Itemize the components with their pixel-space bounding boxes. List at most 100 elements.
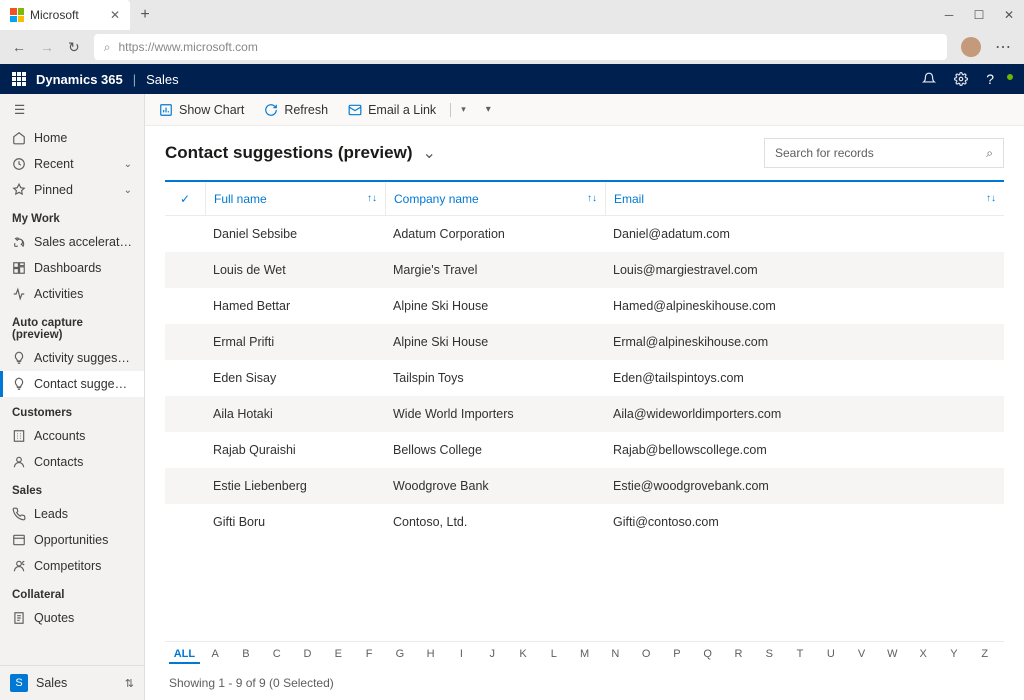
sidebar-item-quotes[interactable]: Quotes — [0, 605, 144, 631]
select-all-checkbox[interactable]: ✓ — [165, 192, 205, 206]
close-window-button[interactable]: ✕ — [994, 8, 1024, 22]
col-company[interactable]: Company name↑↓ — [385, 182, 605, 215]
sidebar-item-pinned[interactable]: Pinned⌄ — [0, 177, 144, 203]
alpha-l[interactable]: L — [538, 648, 569, 664]
sidebar-group-header: Collateral — [0, 579, 144, 605]
activity-icon — [12, 287, 26, 301]
alpha-a[interactable]: A — [200, 648, 231, 664]
cell-company: Woodgrove Bank — [385, 479, 605, 493]
refresh-button[interactable]: Refresh — [264, 103, 328, 117]
table-row[interactable]: Aila HotakiWide World ImportersAila@wide… — [165, 396, 1004, 432]
table-row[interactable]: Daniel SebsibeAdatum CorporationDaniel@a… — [165, 216, 1004, 252]
alpha-z[interactable]: Z — [969, 648, 1000, 664]
sidebar-item-competitors[interactable]: Competitors — [0, 553, 144, 579]
alpha-i[interactable]: I — [446, 648, 477, 664]
table-row[interactable]: Rajab QuraishiBellows CollegeRajab@bello… — [165, 432, 1004, 468]
alpha-m[interactable]: M — [569, 648, 600, 664]
alpha-u[interactable]: U — [815, 648, 846, 664]
alpha-j[interactable]: J — [477, 648, 508, 664]
table-row[interactable]: Gifti BoruContoso, Ltd.Gifti@contoso.com — [165, 504, 1004, 540]
alpha-s[interactable]: S — [754, 648, 785, 664]
cell-company: Alpine Ski House — [385, 299, 605, 313]
table-row[interactable]: Eden SisayTailspin ToysEden@tailspintoys… — [165, 360, 1004, 396]
sidebar-item-contacts[interactable]: Contacts — [0, 449, 144, 475]
search-placeholder: Search for records — [775, 146, 874, 160]
area-switcher[interactable]: S Sales ⇅ — [0, 665, 144, 700]
quote-icon — [12, 611, 26, 625]
tab-close-icon[interactable]: ✕ — [110, 8, 120, 22]
show-chart-button[interactable]: Show Chart — [159, 103, 244, 117]
table-row[interactable]: Ermal PriftiAlpine Ski HouseErmal@alpine… — [165, 324, 1004, 360]
alpha-p[interactable]: P — [662, 648, 693, 664]
sidebar-item-recent[interactable]: Recent⌄ — [0, 151, 144, 177]
alpha-h[interactable]: H — [415, 648, 446, 664]
more-commands-icon[interactable]: ▾ — [486, 104, 491, 115]
alpha-v[interactable]: V — [846, 648, 877, 664]
alpha-t[interactable]: T — [785, 648, 816, 664]
cell-fullname: Estie Liebenberg — [205, 479, 385, 493]
alpha-r[interactable]: R — [723, 648, 754, 664]
gear-icon[interactable] — [954, 72, 968, 86]
alpha-y[interactable]: Y — [939, 648, 970, 664]
col-email[interactable]: Email↑↓ — [605, 182, 1004, 215]
sidebar-item-home[interactable]: Home — [0, 125, 144, 151]
alpha-b[interactable]: B — [231, 648, 262, 664]
table-row[interactable]: Hamed BettarAlpine Ski HouseHamed@alpine… — [165, 288, 1004, 324]
address-bar[interactable]: ⌕ https://www.microsoft.com — [94, 34, 947, 60]
alpha-d[interactable]: D — [292, 648, 323, 664]
cell-fullname: Hamed Bettar — [205, 299, 385, 313]
help-icon[interactable]: ? — [986, 71, 994, 87]
alpha-all[interactable]: ALL — [169, 648, 200, 664]
call-icon — [12, 507, 26, 521]
alpha-c[interactable]: C — [261, 648, 292, 664]
table-row[interactable]: Estie LiebenbergWoodgrove BankEstie@wood… — [165, 468, 1004, 504]
table-row[interactable]: Louis de WetMargie's TravelLouis@margies… — [165, 252, 1004, 288]
view-selector-icon[interactable]: ⌄ — [422, 143, 435, 163]
sidebar-item-label: Accounts — [34, 429, 85, 443]
profile-avatar[interactable] — [961, 37, 981, 57]
clock-icon — [12, 157, 26, 171]
forward-button[interactable]: → — [40, 39, 54, 55]
cell-email: Ermal@alpineskihouse.com — [605, 335, 1004, 349]
sidebar-group-header: Customers — [0, 397, 144, 423]
maximize-button[interactable]: ☐ — [964, 8, 994, 22]
browser-tab[interactable]: Microsoft ✕ — [0, 0, 130, 30]
app-launcher-icon[interactable] — [12, 72, 26, 86]
chevron-down-icon: ⌄ — [124, 185, 132, 196]
sidebar-item-dashboards[interactable]: Dashboards — [0, 255, 144, 281]
minimize-button[interactable]: ─ — [934, 8, 964, 22]
hamburger-icon[interactable]: ☰ — [0, 94, 144, 125]
alpha-x[interactable]: X — [908, 648, 939, 664]
sidebar-item-activity-suggestions[interactable]: Activity suggestions — [0, 345, 144, 371]
sidebar-item-label: Contacts — [34, 455, 83, 469]
sidebar-item-contact-suggestions[interactable]: Contact suggestions — [0, 371, 144, 397]
bulb-icon — [12, 351, 26, 365]
alpha-k[interactable]: K — [508, 648, 539, 664]
refresh-button[interactable]: ↻ — [68, 39, 80, 56]
sidebar-item-sales-accelerator-pr-[interactable]: Sales accelerator (pr... — [0, 229, 144, 255]
alpha-e[interactable]: E — [323, 648, 354, 664]
back-button[interactable]: ← — [12, 39, 26, 55]
alpha-f[interactable]: F — [354, 648, 385, 664]
alpha-n[interactable]: N — [600, 648, 631, 664]
alpha-q[interactable]: Q — [692, 648, 723, 664]
col-fullname[interactable]: Full name↑↓ — [205, 182, 385, 215]
alpha-g[interactable]: G — [384, 648, 415, 664]
sidebar-item-accounts[interactable]: Accounts — [0, 423, 144, 449]
email-link-button[interactable]: Email a Link ▾ — [348, 103, 466, 117]
alpha-o[interactable]: O — [631, 648, 662, 664]
bell-icon[interactable] — [922, 72, 936, 86]
sidebar-item-label: Recent — [34, 157, 74, 171]
alpha-w[interactable]: W — [877, 648, 908, 664]
search-icon: ⌕ — [104, 40, 111, 55]
new-tab-button[interactable]: + — [130, 6, 160, 24]
sidebar-item-activities[interactable]: Activities — [0, 281, 144, 307]
sidebar-item-opportunities[interactable]: Opportunities — [0, 527, 144, 553]
opp-icon — [12, 533, 26, 547]
cell-fullname: Eden Sisay — [205, 371, 385, 385]
sidebar-item-leads[interactable]: Leads — [0, 501, 144, 527]
app-brand[interactable]: Dynamics 365 — [36, 72, 123, 87]
chevron-down-icon[interactable]: ▾ — [461, 104, 466, 115]
search-records-input[interactable]: Search for records ⌕ — [764, 138, 1004, 168]
browser-menu-icon[interactable]: ⋯ — [995, 37, 1012, 57]
